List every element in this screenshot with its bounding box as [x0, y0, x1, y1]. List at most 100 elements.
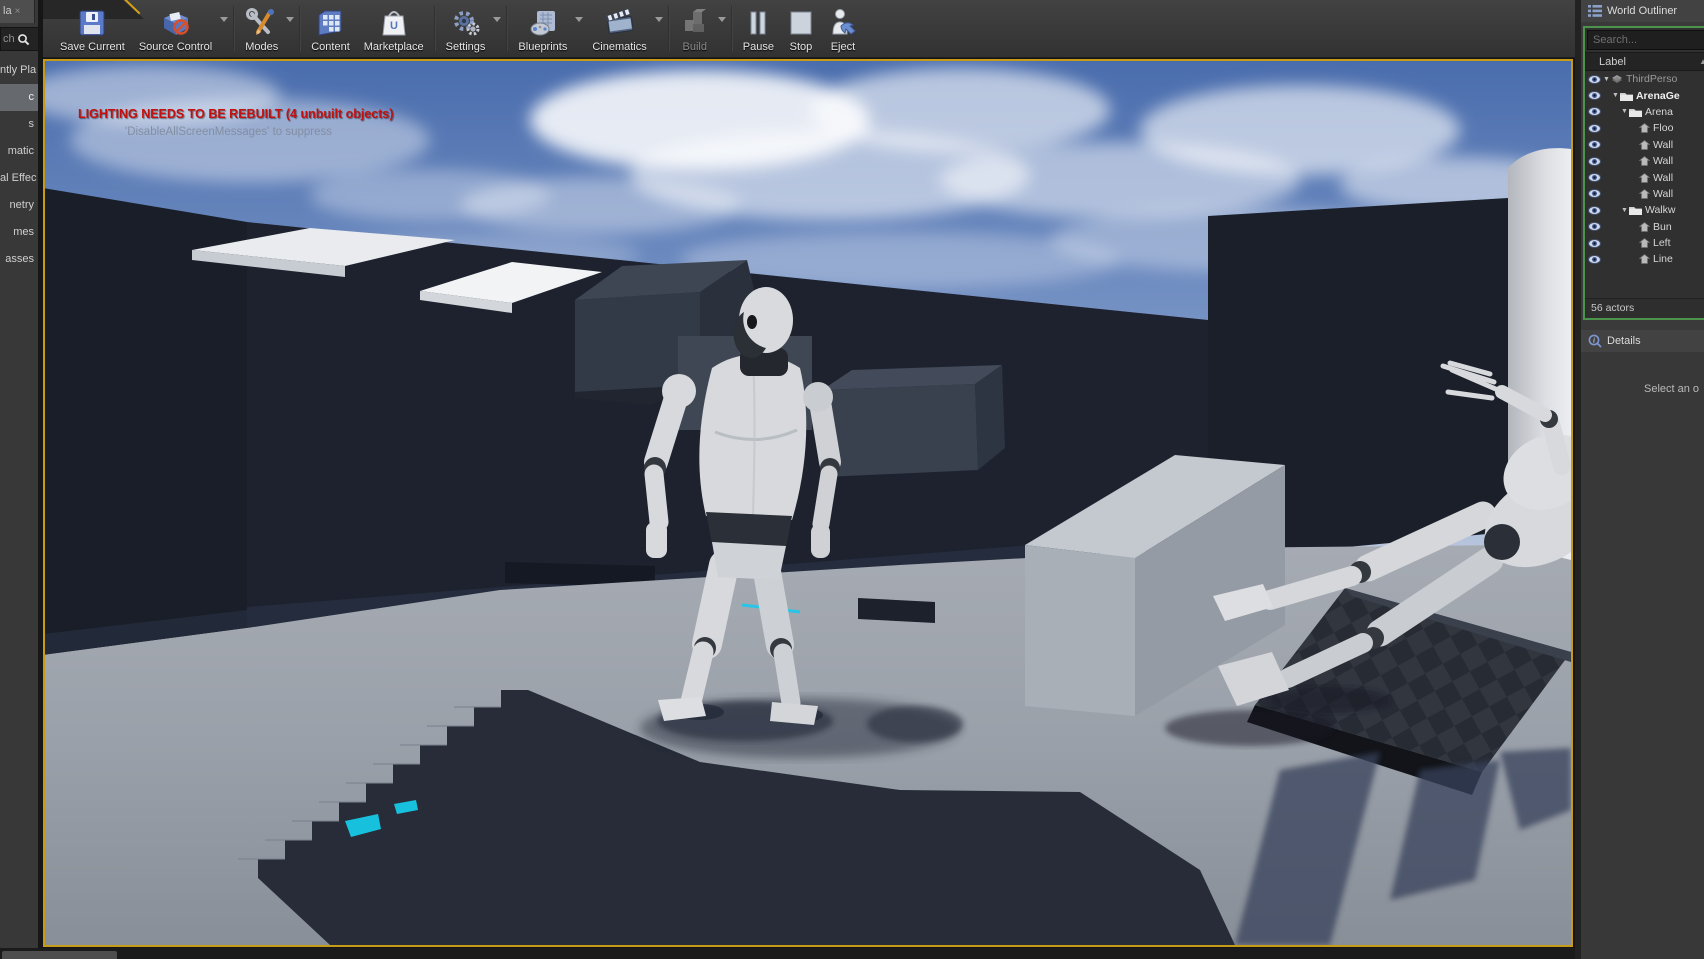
- outliner-search-input[interactable]: Search...: [1587, 30, 1704, 50]
- row-label: Wall: [1653, 172, 1673, 184]
- visibility-eye-icon[interactable]: [1588, 157, 1601, 166]
- static-mesh-icon: [1639, 123, 1650, 133]
- world-outliner-tab[interactable]: World Outliner: [1581, 0, 1704, 22]
- category-lights[interactable]: s: [0, 111, 38, 138]
- button-label: Settings: [446, 41, 486, 53]
- svg-text:i: i: [1593, 337, 1595, 345]
- cinematics-dropdown-icon[interactable]: [655, 17, 663, 22]
- stop-icon: [788, 6, 814, 40]
- world-outliner-body: Search... Label ▲ ▼ThirdPerso▼ArenaGe▼Ar…: [1583, 26, 1704, 320]
- content-button[interactable]: Content: [304, 0, 357, 57]
- wrench-brush-icon: [246, 6, 278, 40]
- folder-icon: [1629, 107, 1642, 117]
- row-label: Left: [1653, 237, 1671, 249]
- column-label: Label: [1599, 56, 1626, 68]
- stop-button[interactable]: Stop: [781, 0, 821, 57]
- cinematics-button[interactable]: Cinematics: [585, 0, 653, 57]
- bottom-strip: [0, 948, 1581, 959]
- eject-button[interactable]: Eject: [821, 0, 865, 57]
- modes-dropdown-icon[interactable]: [286, 17, 294, 22]
- visibility-eye-icon[interactable]: [1588, 140, 1601, 149]
- outliner-row-actor[interactable]: Wall: [1585, 137, 1704, 153]
- details-tab[interactable]: i Details: [1581, 330, 1704, 352]
- visibility-eye-icon[interactable]: [1588, 173, 1601, 182]
- pause-button[interactable]: Pause: [736, 0, 781, 57]
- button-label: Stop: [790, 41, 813, 53]
- level-icon: [1611, 74, 1623, 84]
- category-all-classes[interactable]: asses: [0, 246, 38, 273]
- content-browser-icon: [315, 6, 345, 40]
- outliner-row-actor[interactable]: Wall: [1585, 186, 1704, 202]
- row-label: Line: [1653, 253, 1673, 265]
- blueprints-dropdown-icon[interactable]: [575, 17, 583, 22]
- lighting-warning-text: LIGHTING NEEDS TO BE REBUILT (4 unbuilt …: [78, 107, 394, 121]
- visibility-eye-icon[interactable]: [1588, 124, 1601, 133]
- static-mesh-icon: [1639, 254, 1650, 264]
- outliner-row-folder[interactable]: ▼ Arena: [1585, 104, 1704, 120]
- category-cinematic[interactable]: matic: [0, 138, 38, 165]
- source-control-dropdown-icon[interactable]: [220, 17, 228, 22]
- visibility-eye-icon[interactable]: [1588, 222, 1601, 231]
- row-label: Wall: [1653, 139, 1673, 151]
- build-dropdown-icon[interactable]: [718, 17, 726, 22]
- category-recently-placed[interactable]: ntly Pla: [0, 57, 38, 84]
- toolbar-separator: [233, 6, 235, 51]
- visibility-eye-icon[interactable]: [1588, 91, 1601, 100]
- outliner-row-actor[interactable]: Left: [1585, 235, 1704, 251]
- outliner-row-level[interactable]: ▼ThirdPerso: [1585, 71, 1704, 87]
- visibility-eye-icon[interactable]: [1588, 107, 1601, 116]
- visibility-eye-icon[interactable]: [1588, 206, 1601, 215]
- expand-arrow-icon[interactable]: ▼: [1621, 108, 1628, 115]
- visibility-eye-icon[interactable]: [1588, 75, 1601, 84]
- expand-arrow-icon[interactable]: ▼: [1612, 92, 1619, 99]
- place-actors-tab[interactable]: la×: [0, 0, 35, 23]
- outliner-list-icon: [1588, 5, 1602, 17]
- category-volumes[interactable]: mes: [0, 219, 38, 246]
- category-geometry[interactable]: netry: [0, 192, 38, 219]
- blueprints-button[interactable]: Blueprints: [511, 0, 574, 57]
- settings-dropdown-icon[interactable]: [493, 17, 501, 22]
- outliner-column-header[interactable]: Label ▲: [1585, 52, 1704, 71]
- folder-icon: [1620, 91, 1633, 101]
- visibility-eye-icon[interactable]: [1588, 189, 1601, 198]
- play-in-editor-viewport[interactable]: LIGHTING NEEDS TO BE REBUILT (4 unbuilt …: [43, 59, 1573, 947]
- outliner-row-actor[interactable]: Line: [1585, 251, 1704, 267]
- visibility-eye-icon[interactable]: [1588, 255, 1601, 264]
- place-actors-search-input[interactable]: ch: [0, 27, 38, 51]
- marketplace-button[interactable]: U Marketplace: [357, 0, 431, 57]
- modes-button[interactable]: Modes: [238, 0, 285, 57]
- expand-arrow-icon[interactable]: ▼: [1603, 76, 1610, 83]
- settings-button[interactable]: Settings: [439, 0, 493, 57]
- right-dock-panel: World Outliner Search... Label ▲ ▼ThirdP…: [1581, 0, 1704, 959]
- save-current-button[interactable]: Save Current: [53, 0, 132, 57]
- category-visual-effects[interactable]: al Effec: [0, 165, 38, 192]
- shopping-bag-icon: U: [380, 6, 408, 40]
- search-icon: [17, 33, 30, 46]
- tab-close-icon[interactable]: ×: [15, 6, 21, 17]
- toolbar-separator: [731, 6, 733, 51]
- outliner-row-actor[interactable]: Bun: [1585, 219, 1704, 235]
- bottom-left-bar[interactable]: [2, 951, 117, 959]
- category-basic-selected[interactable]: c: [0, 84, 38, 111]
- row-label: Arena: [1645, 106, 1673, 118]
- source-control-button[interactable]: Source Control: [132, 0, 219, 57]
- tab-label: la: [3, 5, 12, 17]
- expand-arrow-icon[interactable]: ▼: [1621, 207, 1628, 214]
- visibility-eye-icon[interactable]: [1588, 239, 1601, 248]
- main-toolbar: Save Current Source Control Modes Conten…: [43, 0, 1580, 58]
- scene-3d: [45, 61, 1571, 945]
- outliner-row-folder[interactable]: ▼Walkw: [1585, 202, 1704, 218]
- details-empty-text: Select an o: [1644, 383, 1699, 395]
- suppress-hint-text: 'DisableAllScreenMessages' to suppress: [125, 126, 332, 138]
- button-label: Eject: [831, 41, 855, 53]
- outliner-row-actor[interactable]: Wall: [1585, 169, 1704, 185]
- outliner-row-actor[interactable]: Wall: [1585, 153, 1704, 169]
- toolbar-separator: [506, 6, 508, 51]
- eject-person-icon: [828, 6, 858, 40]
- outliner-row-folder[interactable]: ▼ArenaGe: [1585, 87, 1704, 103]
- outliner-tree: ▼ThirdPerso▼ArenaGe▼ArenaFlooWallWallWal…: [1585, 71, 1704, 268]
- place-actors-panel-cut: la× ch ntly Pla c s matic al Effec netry…: [0, 0, 38, 948]
- outliner-row-actor[interactable]: Floo: [1585, 120, 1704, 136]
- row-label: Floo: [1653, 122, 1673, 134]
- pause-icon: [746, 6, 770, 40]
